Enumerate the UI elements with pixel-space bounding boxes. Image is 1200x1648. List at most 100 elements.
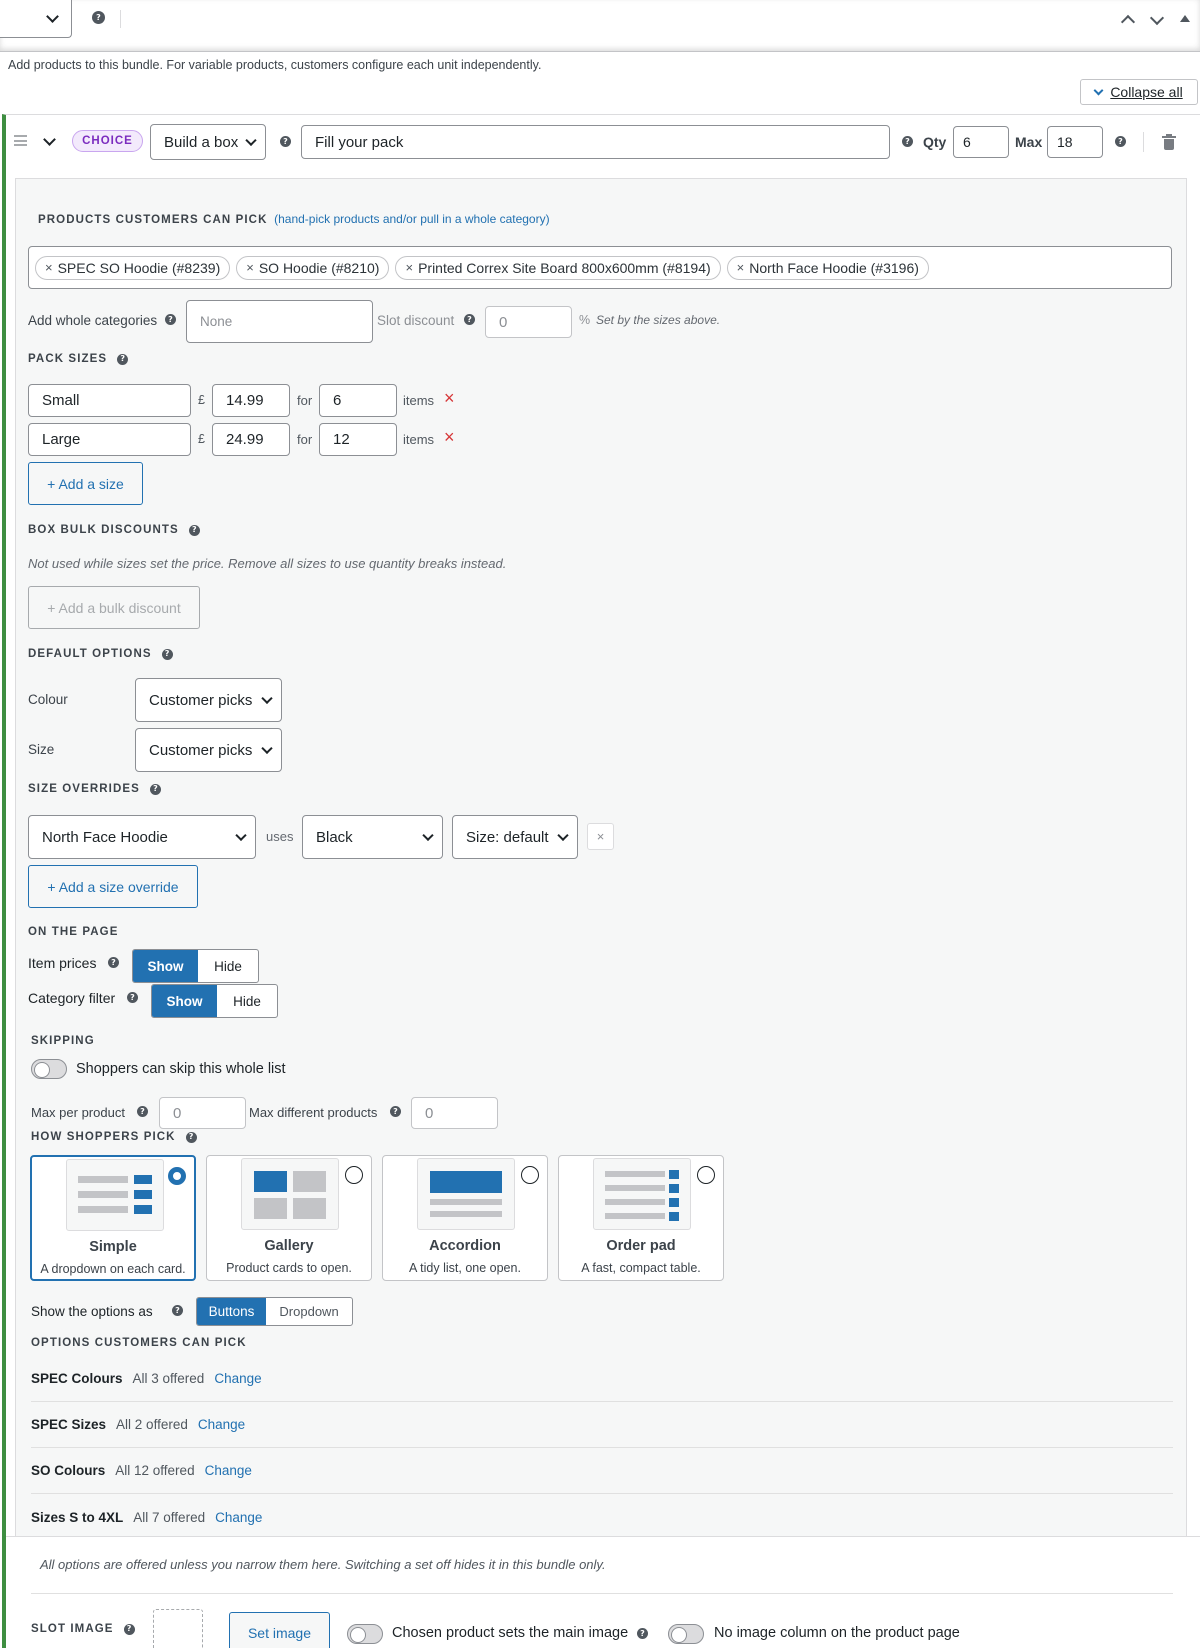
product-chip[interactable]: × SO Hoodie (#8210) [236,255,390,280]
default-size-select[interactable]: Customer picks [135,728,282,772]
skip-list-toggle[interactable] [31,1059,67,1079]
add-size-button[interactable]: + Add a size [28,462,143,505]
main-image-toggle[interactable] [347,1624,383,1644]
slot-discount-input[interactable]: 0 [485,306,572,338]
override-size-select[interactable]: Size: default [452,815,578,859]
max-per-product-input[interactable]: 0 [159,1097,246,1129]
layout-card-simple[interactable]: Simple A dropdown on each card. [30,1155,196,1281]
product-chip[interactable]: × Printed Correx Site Board 800x600mm (#8… [395,255,721,280]
max-different-input[interactable]: 0 [411,1097,498,1129]
item-prices-toggle[interactable]: Show Hide [132,949,259,983]
product-chip[interactable]: × SPEC SO Hoodie (#8239) [35,255,231,280]
slot-type-select[interactable]: Build a box [150,124,266,160]
help-icon[interactable]: ? [137,1106,148,1117]
close-icon: × [45,260,53,275]
option-set-row: Sizes S to 4XL All 7 offered Change [31,1509,263,1525]
top-select[interactable] [0,0,72,38]
products-header: PRODUCTS CUSTOMERS CAN PICK (hand-pick p… [38,212,550,226]
size-name-input[interactable]: Large [28,423,191,456]
help-icon[interactable]: ? [161,648,173,660]
layout-card-order-pad[interactable]: Order pad A fast, compact table. [558,1155,724,1281]
help-icon[interactable]: ? [149,783,161,795]
size-name-input[interactable]: Small [28,384,191,417]
layout-radio[interactable] [168,1167,186,1185]
item-prices-hide[interactable]: Hide [198,950,258,982]
remove-size-icon[interactable]: × [444,427,455,448]
collapse-all-button[interactable]: Collapse all [1080,79,1198,105]
size-qty-input[interactable]: 12 [319,423,397,456]
category-filter-toggle[interactable]: Show Hide [151,984,278,1018]
slot-image-preview[interactable] [153,1609,203,1648]
show-options-label: Show the options as [31,1304,153,1319]
change-link[interactable]: Change [205,1463,252,1478]
help-icon[interactable]: ? [464,314,475,325]
item-prices-show[interactable]: Show [133,950,198,982]
help-icon[interactable]: ? [92,11,105,24]
slot-title-input[interactable]: Fill your pack [301,125,890,159]
products-picker[interactable]: × SPEC SO Hoodie (#8239) × SO Hoodie (#821… [28,246,1172,289]
change-link[interactable]: Change [198,1417,245,1432]
show-as-dropdown[interactable]: Dropdown [266,1298,352,1325]
layout-card-gallery[interactable]: Gallery Product cards to open. [206,1155,372,1281]
add-size-override-button[interactable]: + Add a size override [28,865,198,908]
layout-card-accordion[interactable]: Accordion A tidy list, one open. [382,1155,548,1281]
chevron-down-icon [245,134,257,147]
bulk-header: BOX BULK DISCOUNTS? [28,524,200,536]
help-icon[interactable]: ? [123,1623,135,1635]
options-header: OPTIONS CUSTOMERS CAN PICK [31,1337,247,1349]
help-icon[interactable]: ? [1115,136,1126,147]
max-input[interactable]: 18 [1047,126,1103,158]
size-qty-input[interactable]: 6 [319,384,397,417]
help-icon[interactable]: ? [185,1131,197,1143]
layout-radio[interactable] [345,1166,363,1184]
help-icon[interactable]: ? [172,1305,183,1316]
drag-handle-icon[interactable] [14,135,27,146]
override-colour-select[interactable]: Black [302,815,443,859]
chevron-down-icon [422,829,434,842]
help-icon[interactable]: ? [108,957,119,968]
items-label: items [403,393,435,408]
show-options-toggle[interactable]: Buttons Dropdown [196,1297,353,1326]
help-icon[interactable]: ? [390,1106,401,1117]
help-icon[interactable]: ? [117,353,129,365]
category-filter-hide[interactable]: Hide [217,985,277,1017]
override-product-select[interactable]: North Face Hoodie [28,815,256,859]
show-as-buttons[interactable]: Buttons [197,1298,267,1325]
help-icon[interactable]: ? [637,1628,648,1639]
help-icon[interactable]: ? [280,136,291,147]
skipping-header: SKIPPING [31,1035,95,1047]
default-colour-select[interactable]: Customer picks [135,678,282,722]
help-icon[interactable]: ? [165,314,176,325]
accordion-layout-icon [417,1158,515,1230]
change-link[interactable]: Change [215,1510,262,1525]
skip-list-label: Shoppers can skip this whole list [76,1061,286,1077]
remove-size-icon[interactable]: × [444,388,455,409]
currency-sign: £ [198,393,205,407]
category-filter-show[interactable]: Show [152,985,217,1017]
close-icon: × [736,260,745,275]
size-price-input[interactable]: 24.99 [212,423,290,456]
max-label: Max [1015,134,1043,150]
remove-override-button[interactable]: × [587,823,614,850]
chevron-down-icon [261,742,273,755]
no-image-column-toggle[interactable] [668,1624,704,1644]
size-price-input[interactable]: 14.99 [212,384,290,417]
help-icon[interactable]: ? [188,524,200,536]
categories-input[interactable]: None [186,300,373,343]
help-icon[interactable]: ? [902,136,913,147]
max-different-label: Max different products [249,1105,378,1120]
layout-radio[interactable] [521,1166,539,1184]
product-chip[interactable]: × North Face Hoodie (#3196) [726,255,929,280]
category-filter-label: Category filter [28,990,116,1006]
divider [1143,132,1144,152]
qty-input[interactable]: 6 [953,126,1009,158]
set-image-button[interactable]: Set image [229,1612,330,1648]
layout-radio[interactable] [697,1166,715,1184]
help-icon[interactable]: ? [127,992,138,1003]
trash-icon[interactable] [1162,134,1176,150]
divider [120,10,121,28]
toggle-panel-icon[interactable] [1180,15,1190,22]
simple-layout-icon [66,1159,164,1231]
add-bulk-discount-button[interactable]: + Add a bulk discount [28,586,200,629]
change-link[interactable]: Change [214,1371,261,1386]
